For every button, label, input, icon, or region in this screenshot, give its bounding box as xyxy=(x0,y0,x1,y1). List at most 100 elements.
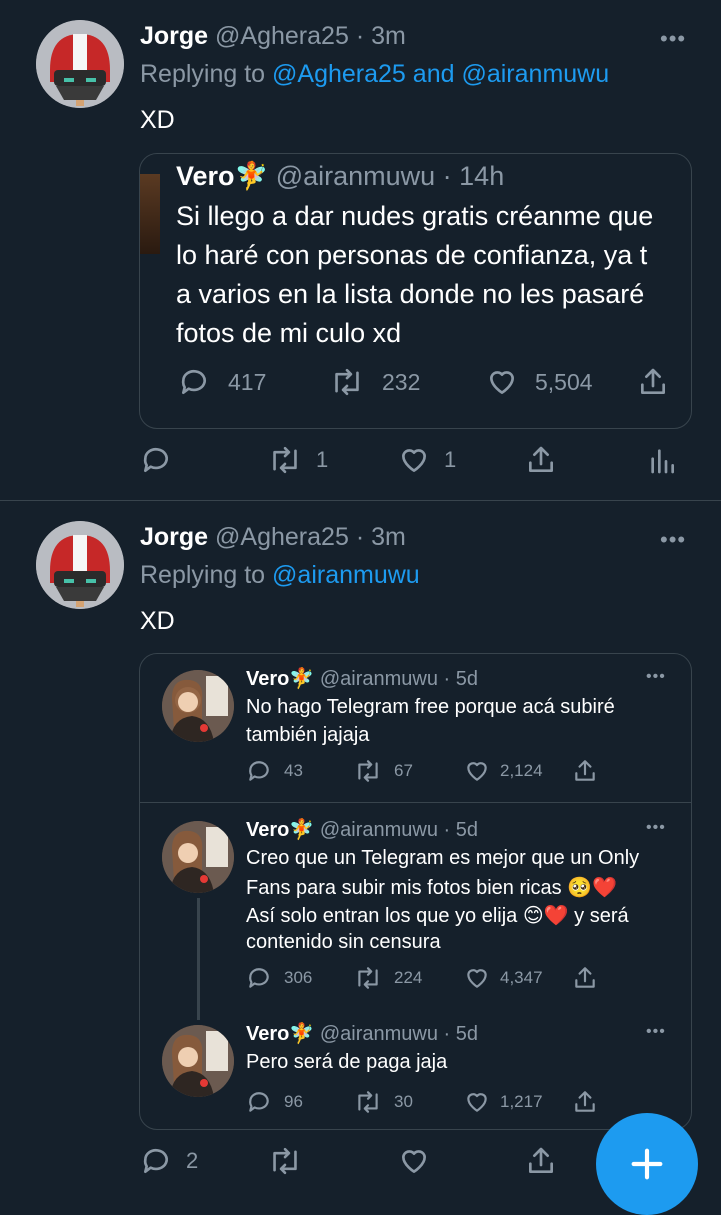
author-name[interactable]: Vero xyxy=(246,1023,289,1045)
profile-photo-icon xyxy=(162,821,234,893)
author-handle[interactable]: @airanmuwu xyxy=(320,668,438,690)
retweet-button[interactable]: 67 xyxy=(354,758,413,784)
share-button[interactable] xyxy=(525,1145,557,1177)
replying-to: Replying to @Aghera25 and @airanmuwu xyxy=(140,60,609,89)
quoted-author-handle[interactable]: @airanmuwu xyxy=(276,161,435,191)
reply-count: 2 xyxy=(186,1148,199,1173)
thread-text-line: Pero será de paga jaja xyxy=(246,1051,448,1073)
reply-count: 306 xyxy=(284,968,313,987)
tweet-header: Jorge @Aghera25 · 3m xyxy=(140,22,406,51)
author-name[interactable]: Vero xyxy=(246,668,289,690)
like-button[interactable] xyxy=(398,1145,444,1177)
tweet-1[interactable]: Jorge @Aghera25 · 3m ••• Replying to @Ag… xyxy=(0,0,721,500)
reply-icon xyxy=(249,761,269,781)
quoted-time[interactable]: · 14h xyxy=(443,161,505,191)
like-button[interactable]: 1 xyxy=(398,444,456,476)
quoted-text-line: Si llego a dar nudes gratis créanme que xyxy=(176,201,654,231)
retweet-button[interactable] xyxy=(268,1145,316,1177)
retweet-icon xyxy=(335,368,359,396)
reply-and: and xyxy=(412,60,455,88)
reply-icon xyxy=(181,369,206,394)
tweet-time[interactable]: · 3m xyxy=(356,22,406,50)
quoted-retweet-button[interactable]: 232 xyxy=(330,366,420,398)
thread-item-header: Vero🧚 @airanmuwu · 5d xyxy=(246,1021,478,1046)
like-count: 1 xyxy=(444,447,457,472)
quoted-share-button[interactable] xyxy=(637,366,669,398)
tweet-time[interactable]: · 5d xyxy=(444,819,478,841)
quoted-thread[interactable]: Vero🧚 @airanmuwu · 5d ••• No hago Telegr… xyxy=(139,653,692,1130)
author-handle[interactable]: @Aghera25 xyxy=(215,22,349,50)
share-icon xyxy=(575,1091,595,1112)
thread-text-line: Creo que un Telegram es mejor que un Onl… xyxy=(246,847,640,869)
author-name[interactable]: Jorge xyxy=(140,523,208,551)
heart-icon xyxy=(467,969,487,988)
retweet-count: 1 xyxy=(316,447,329,472)
reply-button[interactable]: 43 xyxy=(246,758,303,784)
thread-item[interactable]: Vero🧚 @airanmuwu · 5d ••• No hago Telegr… xyxy=(140,654,691,802)
author-name[interactable]: Vero xyxy=(246,819,289,841)
author-name[interactable]: Jorge xyxy=(140,22,208,50)
thread-text-line: también jajaja xyxy=(246,724,370,746)
reply-button[interactable]: 306 xyxy=(246,965,312,991)
reply-mention[interactable]: @Aghera25 xyxy=(272,60,406,88)
retweet-button[interactable]: 1 xyxy=(268,444,328,476)
more-options-icon[interactable]: ••• xyxy=(646,1023,666,1041)
thread-item[interactable]: Vero🧚 @airanmuwu · 5d ••• Creo que un Te… xyxy=(140,803,691,1007)
retweet-button[interactable]: 30 xyxy=(354,1089,413,1115)
thread-text-line: contenido sin censura xyxy=(246,931,441,953)
retweet-icon xyxy=(358,967,378,989)
share-button[interactable] xyxy=(525,444,557,476)
reply-button[interactable]: 96 xyxy=(246,1089,303,1115)
quoted-text-line: a varios en la lista donde no les pasaré xyxy=(176,279,645,309)
author-handle[interactable]: @airanmuwu xyxy=(320,1023,438,1045)
like-button[interactable]: 4,347 xyxy=(464,965,543,991)
more-options-icon[interactable]: ••• xyxy=(646,819,666,837)
analytics-icon xyxy=(651,449,674,474)
reply-icon xyxy=(143,447,168,472)
reply-icon xyxy=(143,1148,168,1173)
thread-text-line: No hago Telegram free porque acá subiré xyxy=(246,696,615,718)
thread-item[interactable]: Vero🧚 @airanmuwu · 5d ••• Pero será de p… xyxy=(140,1007,691,1129)
avatar[interactable] xyxy=(36,521,124,609)
author-handle[interactable]: @Aghera25 xyxy=(215,523,349,551)
replying-to-label: Replying to xyxy=(140,561,266,589)
quoted-reply-button[interactable]: 417 xyxy=(178,366,266,398)
avatar[interactable] xyxy=(36,20,124,108)
retweet-count: 67 xyxy=(394,761,413,780)
quoted-author-name[interactable]: Vero xyxy=(176,161,235,191)
avatar[interactable] xyxy=(162,1025,234,1097)
avatar[interactable] xyxy=(162,670,234,742)
reply-icon xyxy=(249,968,269,988)
like-count: 1,217 xyxy=(500,1092,543,1111)
share-icon xyxy=(641,368,665,394)
tweet-time[interactable]: · 5d xyxy=(444,668,478,690)
like-button[interactable]: 2,124 xyxy=(464,758,543,784)
more-options-icon[interactable]: ••• xyxy=(660,527,686,553)
helmet-avatar-icon xyxy=(36,521,124,609)
quoted-tweet[interactable]: Vero🧚 @airanmuwu · 14h Si llego a dar nu… xyxy=(139,153,692,429)
like-count: 2,124 xyxy=(500,761,543,780)
share-button[interactable] xyxy=(572,758,598,784)
retweet-button[interactable]: 224 xyxy=(354,965,422,991)
like-button[interactable]: 1,217 xyxy=(464,1089,543,1115)
fairy-emoji: 🧚 xyxy=(234,161,269,191)
tweet-time[interactable]: · 3m xyxy=(356,523,406,551)
reply-count: 96 xyxy=(284,1092,303,1111)
reply-mention[interactable]: @airanmuwu xyxy=(272,561,420,589)
avatar[interactable] xyxy=(162,821,234,893)
analytics-button[interactable] xyxy=(646,444,678,476)
reply-button[interactable] xyxy=(140,444,186,476)
tweet-time[interactable]: · 5d xyxy=(444,1023,478,1045)
share-button[interactable] xyxy=(572,1089,598,1115)
tweet-2[interactable]: Jorge @Aghera25 · 3m ••• Replying to @ai… xyxy=(0,501,721,1200)
reply-button[interactable]: 2 xyxy=(140,1145,198,1177)
quoted-like-button[interactable]: 5,504 xyxy=(485,366,593,398)
more-options-icon[interactable]: ••• xyxy=(646,668,666,686)
reply-mention[interactable]: @airanmuwu xyxy=(461,60,609,88)
thread-text-line: Fans para subir mis fotos bien ricas 🥺❤️ xyxy=(246,877,618,899)
more-options-icon[interactable]: ••• xyxy=(660,26,686,52)
reply-count: 417 xyxy=(228,368,267,395)
author-handle[interactable]: @airanmuwu xyxy=(320,819,438,841)
thread-text-line: Así solo entran los que yo elija 😊❤️ y s… xyxy=(246,905,629,927)
share-button[interactable] xyxy=(572,965,598,991)
